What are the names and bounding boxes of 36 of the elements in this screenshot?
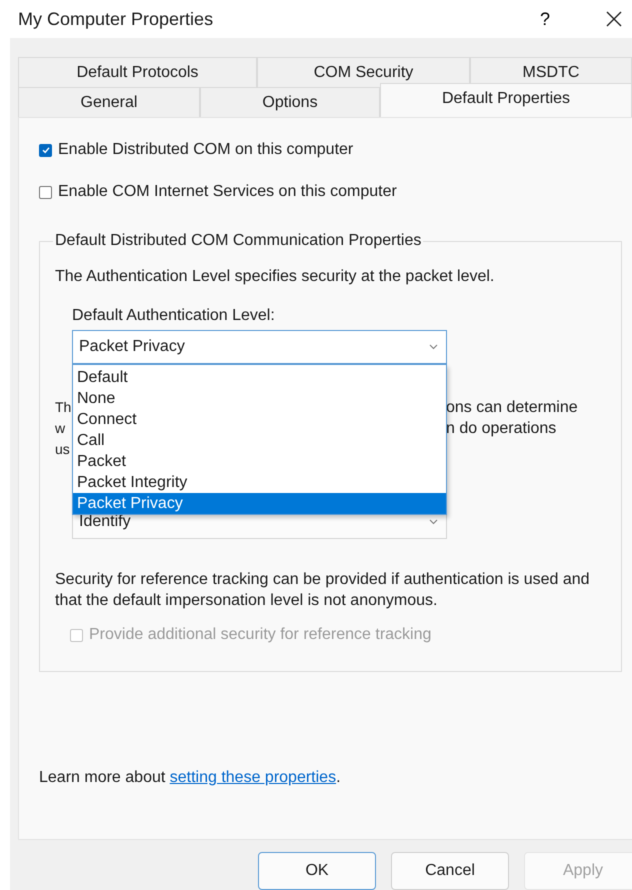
dialog-button[interactable]: OK (258, 852, 376, 890)
dialog-button[interactable]: Cancel (391, 852, 509, 890)
dropdown-option[interactable]: Packet (73, 451, 446, 472)
help-link[interactable]: setting these properties (170, 769, 336, 786)
dropdown-option[interactable]: Call (73, 430, 446, 451)
close-icon[interactable] (606, 11, 622, 27)
tab[interactable]: Default Protocols (18, 57, 257, 87)
text-fragment: us (55, 440, 70, 459)
help-text: Learn more about setting these properties. (39, 769, 342, 787)
check-icon (40, 145, 50, 155)
tab[interactable]: General (18, 87, 200, 117)
chevron-icon (429, 519, 438, 525)
window-title: My Computer Properties (18, 8, 214, 30)
dropdown-option[interactable]: Packet Privacy (73, 493, 446, 514)
dropdown-option[interactable]: Packet Integrity (73, 472, 446, 493)
tab[interactable]: Options (200, 87, 380, 117)
text-fragment: n do operations (446, 419, 558, 439)
text-fragment: w (55, 419, 66, 438)
checkbox[interactable] (39, 186, 52, 198)
field-label: Default Authentication Level: (72, 307, 276, 325)
text-fragment: Th (55, 398, 72, 417)
tab[interactable]: COM Security (257, 57, 470, 87)
text-fragment: ons can determine (446, 398, 579, 418)
authentication-dropdown[interactable]: Packet Privacy (72, 330, 447, 364)
description-text: The Authentication Level specifies security at the packet level. (55, 268, 496, 286)
description-text: Security for reference tracking can be provided if authentication is used and that the default impersonation level is not anonymous. (55, 570, 591, 611)
dropdown-option[interactable]: Default (73, 367, 446, 388)
dropdown-option[interactable]: Connect (73, 409, 446, 430)
checkbox-label[interactable]: Enable COM Internet Services on this computer (58, 183, 397, 201)
checkbox-label[interactable]: Enable Distributed COM on this computer (58, 141, 354, 159)
dropdown-option[interactable]: None (73, 388, 446, 409)
tab[interactable]: Default Properties (380, 83, 632, 117)
group-title: Default Distributed COM Communication Properties (54, 232, 422, 250)
checkbox[interactable] (39, 144, 52, 156)
help-button[interactable]: ? (536, 8, 554, 30)
chevron-icon (429, 344, 438, 350)
